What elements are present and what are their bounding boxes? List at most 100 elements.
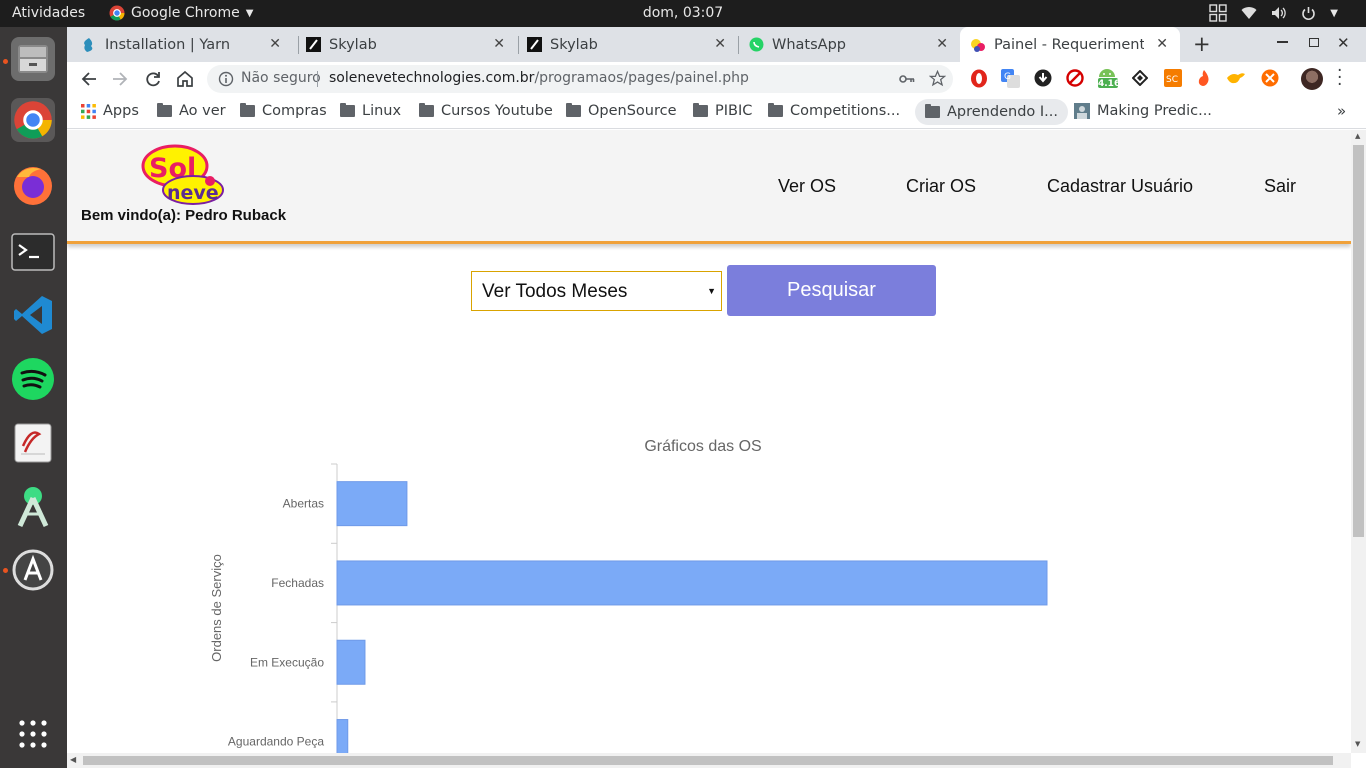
site-logo[interactable]: Sol neve (141, 144, 225, 206)
close-icon[interactable]: ✕ (1156, 36, 1168, 52)
chrome-app-icon[interactable] (11, 98, 55, 142)
block-extension-icon[interactable] (1066, 69, 1084, 87)
flame-extension-icon[interactable] (1197, 69, 1211, 87)
bookmark-folder[interactable]: Ao ver (157, 103, 226, 119)
tab-title: Skylab (550, 36, 598, 53)
bookmark-link[interactable]: Making Predic... (1074, 103, 1212, 119)
bookmark-folder[interactable]: Compras (240, 103, 327, 119)
vertical-scrollbar[interactable]: ▲ ▼ (1351, 130, 1366, 753)
close-icon[interactable]: ✕ (936, 36, 948, 52)
close-icon[interactable]: ✕ (714, 36, 726, 52)
tab-painel[interactable]: Painel - Requerimento d ✕ (960, 27, 1180, 62)
close-icon[interactable]: ✕ (269, 36, 281, 52)
android-studio-icon[interactable] (11, 484, 55, 528)
horizontal-scrollbar[interactable]: ◀ (67, 753, 1351, 768)
bookmark-folder[interactable]: PIBIC (693, 103, 752, 119)
folder-icon (419, 103, 434, 117)
bookmark-apps[interactable]: Apps (81, 103, 139, 119)
whatsapp-icon (748, 37, 764, 53)
solneve-icon (970, 37, 986, 53)
security-label[interactable]: Não seguro (241, 70, 321, 86)
folder-icon (240, 103, 255, 117)
bookmark-folder[interactable]: Cursos Youtube (419, 103, 553, 119)
puzzle-extension-icon[interactable] (1261, 69, 1279, 87)
tab-skylab[interactable]: Skylab ✕ (305, 27, 517, 62)
tab-skylab[interactable]: Skylab ✕ (526, 27, 738, 62)
maximize-icon[interactable] (1309, 38, 1319, 47)
bookmarks-bar: Apps Ao ver Compras Linux Cursos Youtube… (67, 96, 1366, 129)
terminal-app-icon[interactable] (11, 230, 55, 274)
nav-cadastrar-usuario[interactable]: Cadastrar Usuário (1047, 176, 1193, 197)
close-icon[interactable]: ✕ (493, 36, 505, 52)
files-app-icon[interactable] (11, 37, 55, 81)
address-bar[interactable]: Não seguro solenevetechnologies.com.br/p… (207, 65, 953, 93)
tab-strip: Installation | Yarn ✕ Skylab ✕ Skylab ✕ … (67, 27, 1366, 62)
opera-extension-icon[interactable] (970, 69, 988, 88)
bookmark-label: Ao ver (179, 103, 226, 119)
key-icon[interactable] (899, 73, 915, 85)
minimize-icon[interactable] (1277, 41, 1288, 43)
scrollbar-thumb[interactable] (83, 756, 1333, 765)
bird-extension-icon[interactable] (1226, 70, 1246, 86)
scrollbar-thumb[interactable] (1353, 145, 1364, 537)
bookmark-folder[interactable]: OpenSource (566, 103, 677, 119)
nav-ver-os[interactable]: Ver OS (778, 176, 836, 197)
translate-extension-icon[interactable]: G (1001, 69, 1020, 88)
tab-yarn[interactable]: Installation | Yarn ✕ (81, 27, 293, 62)
omnibox-divider (317, 71, 318, 87)
url-domain: solenevetechnologies.com.br (329, 70, 535, 86)
month-filter-value: Ver Todos Meses (482, 281, 628, 302)
month-filter-select[interactable]: Ver Todos Meses ▼ (471, 271, 722, 311)
scroll-down-icon[interactable]: ▼ (1355, 740, 1360, 748)
grid-icon[interactable] (1209, 4, 1227, 22)
nav-criar-os[interactable]: Criar OS (906, 176, 976, 197)
tab-whatsapp[interactable]: WhatsApp ✕ (748, 27, 960, 62)
folder-icon (768, 103, 783, 117)
sc-extension-icon[interactable]: SC (1164, 69, 1182, 87)
reload-icon[interactable] (145, 71, 161, 87)
bookmark-folder-hovered[interactable]: Aprendendo I... (915, 99, 1068, 125)
chart-category-label: Em Execução (250, 655, 324, 669)
bookmarks-overflow-icon[interactable]: » (1337, 102, 1346, 120)
document-viewer-icon[interactable] (11, 421, 55, 465)
spotify-app-icon[interactable] (11, 357, 55, 401)
svg-text:SC: SC (1166, 75, 1178, 85)
bookmark-star-icon[interactable] (929, 70, 946, 87)
svg-text:G: G (1004, 72, 1011, 82)
wifi-icon (1241, 7, 1257, 20)
scroll-left-icon[interactable]: ◀ (70, 755, 76, 764)
avatar[interactable] (1301, 68, 1323, 90)
diamond-extension-icon[interactable] (1132, 70, 1148, 86)
new-tab-icon[interactable]: + (1193, 32, 1211, 56)
tab-divider (518, 36, 519, 54)
close-window-icon[interactable]: ✕ (1337, 34, 1350, 52)
system-tray[interactable]: ▼ (1209, 4, 1338, 22)
nav-sair[interactable]: Sair (1264, 176, 1296, 197)
software-updater-icon[interactable] (11, 548, 55, 592)
welcome-message: Bem vindo(a): Pedro Ruback (81, 207, 287, 224)
more-menu-icon[interactable]: · · · (1337, 63, 1342, 94)
folder-icon (340, 103, 355, 117)
home-icon[interactable] (176, 70, 194, 87)
info-icon[interactable] (218, 71, 234, 87)
show-applications-icon[interactable] (11, 712, 55, 756)
scroll-up-icon[interactable]: ▲ (1355, 132, 1360, 140)
select-arrow-icon: ▼ (707, 286, 716, 296)
vscode-app-icon[interactable] (11, 293, 55, 337)
clock[interactable]: dom, 03:07 (0, 5, 1366, 21)
download-extension-icon[interactable] (1034, 69, 1052, 87)
search-button[interactable]: Pesquisar (727, 265, 936, 316)
forward-icon[interactable] (112, 71, 128, 87)
firefox-app-icon[interactable] (11, 163, 55, 207)
url-text[interactable]: solenevetechnologies.com.br/programaos/p… (329, 70, 749, 86)
tab-divider (738, 36, 739, 54)
site-header: Sol neve Bem vindo(a): Pedro Ruback Ver … (67, 130, 1351, 244)
back-icon[interactable] (81, 71, 97, 87)
bookmark-folder[interactable]: Linux (340, 103, 401, 119)
browser-window: Installation | Yarn ✕ Skylab ✕ Skylab ✕ … (67, 27, 1366, 768)
folder-icon (693, 103, 708, 117)
volume-icon (1272, 7, 1287, 19)
skylab-icon (526, 37, 542, 53)
bookmark-folder[interactable]: Competitions... (768, 103, 900, 119)
bookmark-label: Aprendendo I... (947, 104, 1058, 120)
